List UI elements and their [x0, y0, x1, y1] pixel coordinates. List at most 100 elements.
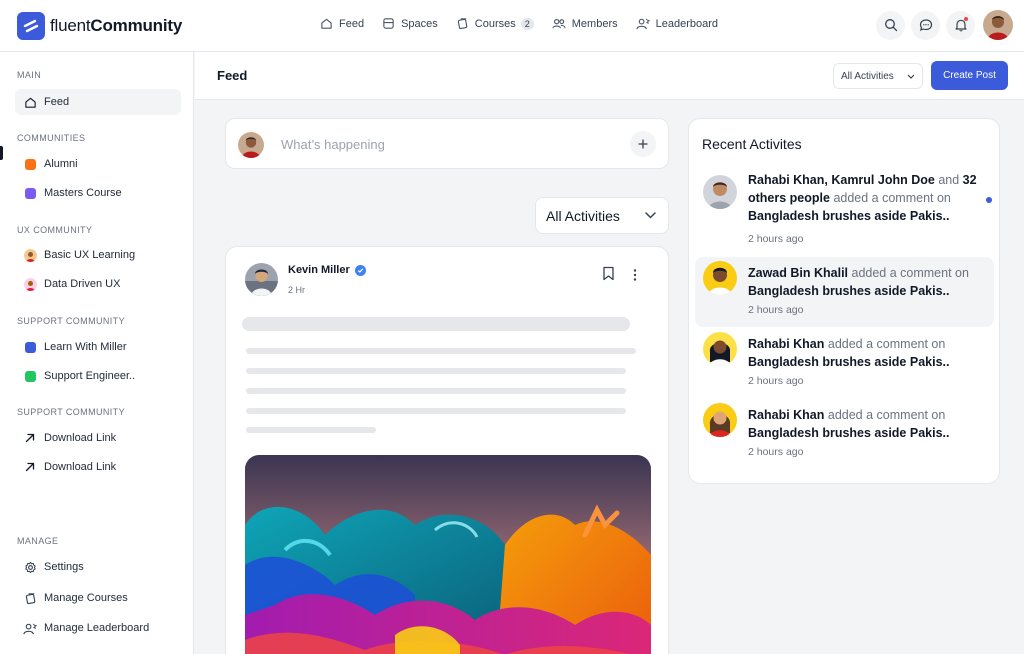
activity-action: added a comment on — [848, 266, 969, 280]
arrow-up-right-icon — [25, 433, 35, 443]
topnav-members[interactable]: Members — [552, 17, 618, 30]
sidebar-item-alumni[interactable]: Alumni — [15, 151, 181, 177]
activity-item[interactable]: Rahabi Khan added a comment on Banglades… — [695, 399, 994, 469]
notification-dot — [964, 16, 968, 21]
post-image[interactable] — [245, 455, 651, 654]
sidebar-item-label: Alumni — [44, 158, 78, 170]
messages-button[interactable] — [911, 10, 940, 40]
activity-connector: and — [934, 173, 963, 187]
activity-filter-select[interactable]: All Activities — [833, 63, 923, 89]
activity-time: 2 hours ago — [748, 233, 804, 245]
sidebar-item-label: Manage Courses — [44, 592, 128, 604]
activity-time: 2 hours ago — [748, 446, 804, 458]
arrow-up-right-icon — [25, 462, 35, 472]
activity-text: Rahabi Khan added a comment on Banglades… — [748, 335, 980, 371]
sidebar-item-label: Feed — [44, 96, 70, 108]
search-button[interactable] — [876, 10, 905, 40]
activity-text: Rahabi Khan, Kamrul John Doe and 32 othe… — [748, 171, 980, 225]
topnav-label: Feed — [339, 17, 365, 30]
unread-dot — [986, 197, 992, 203]
post-menu-button[interactable] — [633, 268, 637, 286]
activity-action: added a comment on — [824, 408, 946, 422]
sidebar-item-manage-courses[interactable]: Manage Courses — [15, 585, 181, 611]
bookmark-icon — [603, 266, 614, 281]
sidebar-section-title: UX COMMUNITY — [17, 225, 93, 235]
top-bar: fluentCommunity Feed Spaces Courses 2 Me… — [0, 0, 1024, 52]
sidebar-item-label: Settings — [44, 561, 84, 573]
skeleton-line — [246, 388, 626, 394]
courses-count-badge: 2 — [520, 17, 534, 30]
topnav-leaderboard[interactable]: Leaderboard — [636, 17, 718, 30]
sidebar-item-support-engineer[interactable]: Support Engineer.. — [15, 363, 181, 389]
create-post-button[interactable]: Create Post — [931, 61, 1008, 90]
activity-avatar — [703, 175, 737, 209]
gear-icon — [24, 561, 36, 573]
topnav-label: Members — [571, 17, 618, 30]
avatar-icon — [23, 277, 37, 291]
post-card: Kevin Miller 2 Hr — [225, 246, 669, 654]
activity-actors: Rahabi Khan, Kamrul John Doe — [748, 173, 935, 187]
topnav-label: Leaderboard — [655, 17, 718, 30]
members-icon — [552, 18, 566, 29]
activity-actors: Rahabi Khan — [748, 337, 825, 351]
sidebar-item-learn-with-miller[interactable]: Learn With Miller — [15, 334, 181, 360]
post-author[interactable]: Kevin Miller — [288, 264, 366, 276]
user-avatar[interactable] — [983, 10, 1013, 40]
chevron-down-icon — [645, 212, 656, 219]
filter-value: All Activities — [841, 70, 894, 82]
sidebar-item-label: Data Driven UX — [44, 278, 121, 290]
composer-input[interactable]: What’s happening — [281, 137, 385, 152]
sidebar-item-settings[interactable]: Settings — [15, 554, 181, 580]
activity-action: added a comment on — [829, 191, 951, 205]
top-actions — [870, 10, 1013, 40]
topnav-label: Spaces — [401, 17, 438, 30]
post-timestamp: 2 Hr — [288, 285, 306, 295]
sidebar-item-label: Download Link — [44, 461, 117, 473]
verified-badge-icon — [354, 264, 366, 276]
topnav-spaces[interactable]: Spaces — [382, 17, 438, 30]
courses-icon — [25, 592, 35, 604]
activity-action: added a comment on — [824, 337, 946, 351]
sidebar-item-data-driven-ux[interactable]: Data Driven UX — [15, 271, 181, 297]
miller-space-icon — [24, 341, 36, 353]
sidebar-item-label: Masters Course — [44, 187, 122, 199]
sidebar-item-label: Basic UX Learning — [44, 249, 136, 261]
sidebar-item-masters-course[interactable]: Masters Course — [15, 180, 181, 206]
search-icon — [884, 19, 897, 32]
top-navigation: Feed Spaces Courses 2 Members Leaderboar… — [320, 17, 736, 30]
activity-text: Rahabi Khan added a comment on Banglades… — [748, 406, 980, 442]
brand-logo[interactable]: fluentCommunity — [17, 12, 182, 40]
topnav-courses[interactable]: Courses 2 — [456, 17, 534, 30]
feed-filter-dropdown[interactable]: All Activities — [535, 197, 669, 234]
activity-item[interactable]: Zawad Bin Khalil added a comment on Bang… — [695, 257, 994, 327]
recent-activities-title: Recent Activites — [702, 136, 802, 152]
add-attachment-button[interactable] — [630, 131, 656, 157]
sidebar-item-manage-leaderboard[interactable]: Manage Leaderboard — [15, 615, 181, 641]
post-author-avatar[interactable] — [245, 263, 278, 296]
activity-target: Bangladesh brushes aside Pakis.. — [748, 426, 950, 440]
sidebar-section-title: MANAGE — [17, 536, 59, 546]
composer-avatar — [238, 132, 264, 158]
notifications-button[interactable] — [946, 10, 975, 40]
sidebar-section-title: SUPPORT COMMUNITY — [17, 316, 125, 326]
sidebar-item-feed[interactable]: Feed — [15, 89, 181, 115]
skeleton-line — [246, 368, 626, 374]
recent-activities-panel: Recent Activites Rahabi Khan, Kamrul Joh… — [688, 118, 1000, 484]
courses-icon — [457, 18, 468, 30]
sidebar-item-download-link-2[interactable]: Download Link — [15, 454, 181, 480]
leaderboard-icon — [23, 623, 37, 634]
sidebar-item-download-link[interactable]: Download Link — [15, 425, 181, 451]
activity-item[interactable]: Rahabi Khan, Kamrul John Doe and 32 othe… — [695, 171, 994, 245]
sidebar-item-basic-ux[interactable]: Basic UX Learning — [15, 242, 181, 268]
support-space-icon — [24, 370, 36, 382]
post-composer[interactable]: What’s happening — [225, 118, 669, 169]
sidebar: MAIN Feed COMMUNITIES Alumni Masters Cou… — [0, 52, 194, 654]
page-header: Feed All Activities Create Post — [195, 52, 1024, 100]
masters-space-icon — [24, 187, 36, 199]
topnav-feed[interactable]: Feed — [320, 17, 364, 30]
brand-mark-icon — [17, 12, 45, 40]
activity-item[interactable]: Rahabi Khan added a comment on Banglades… — [695, 328, 994, 398]
activity-target: Bangladesh brushes aside Pakis.. — [748, 209, 950, 223]
bookmark-button[interactable] — [602, 266, 615, 286]
chevron-down-icon — [907, 74, 915, 79]
